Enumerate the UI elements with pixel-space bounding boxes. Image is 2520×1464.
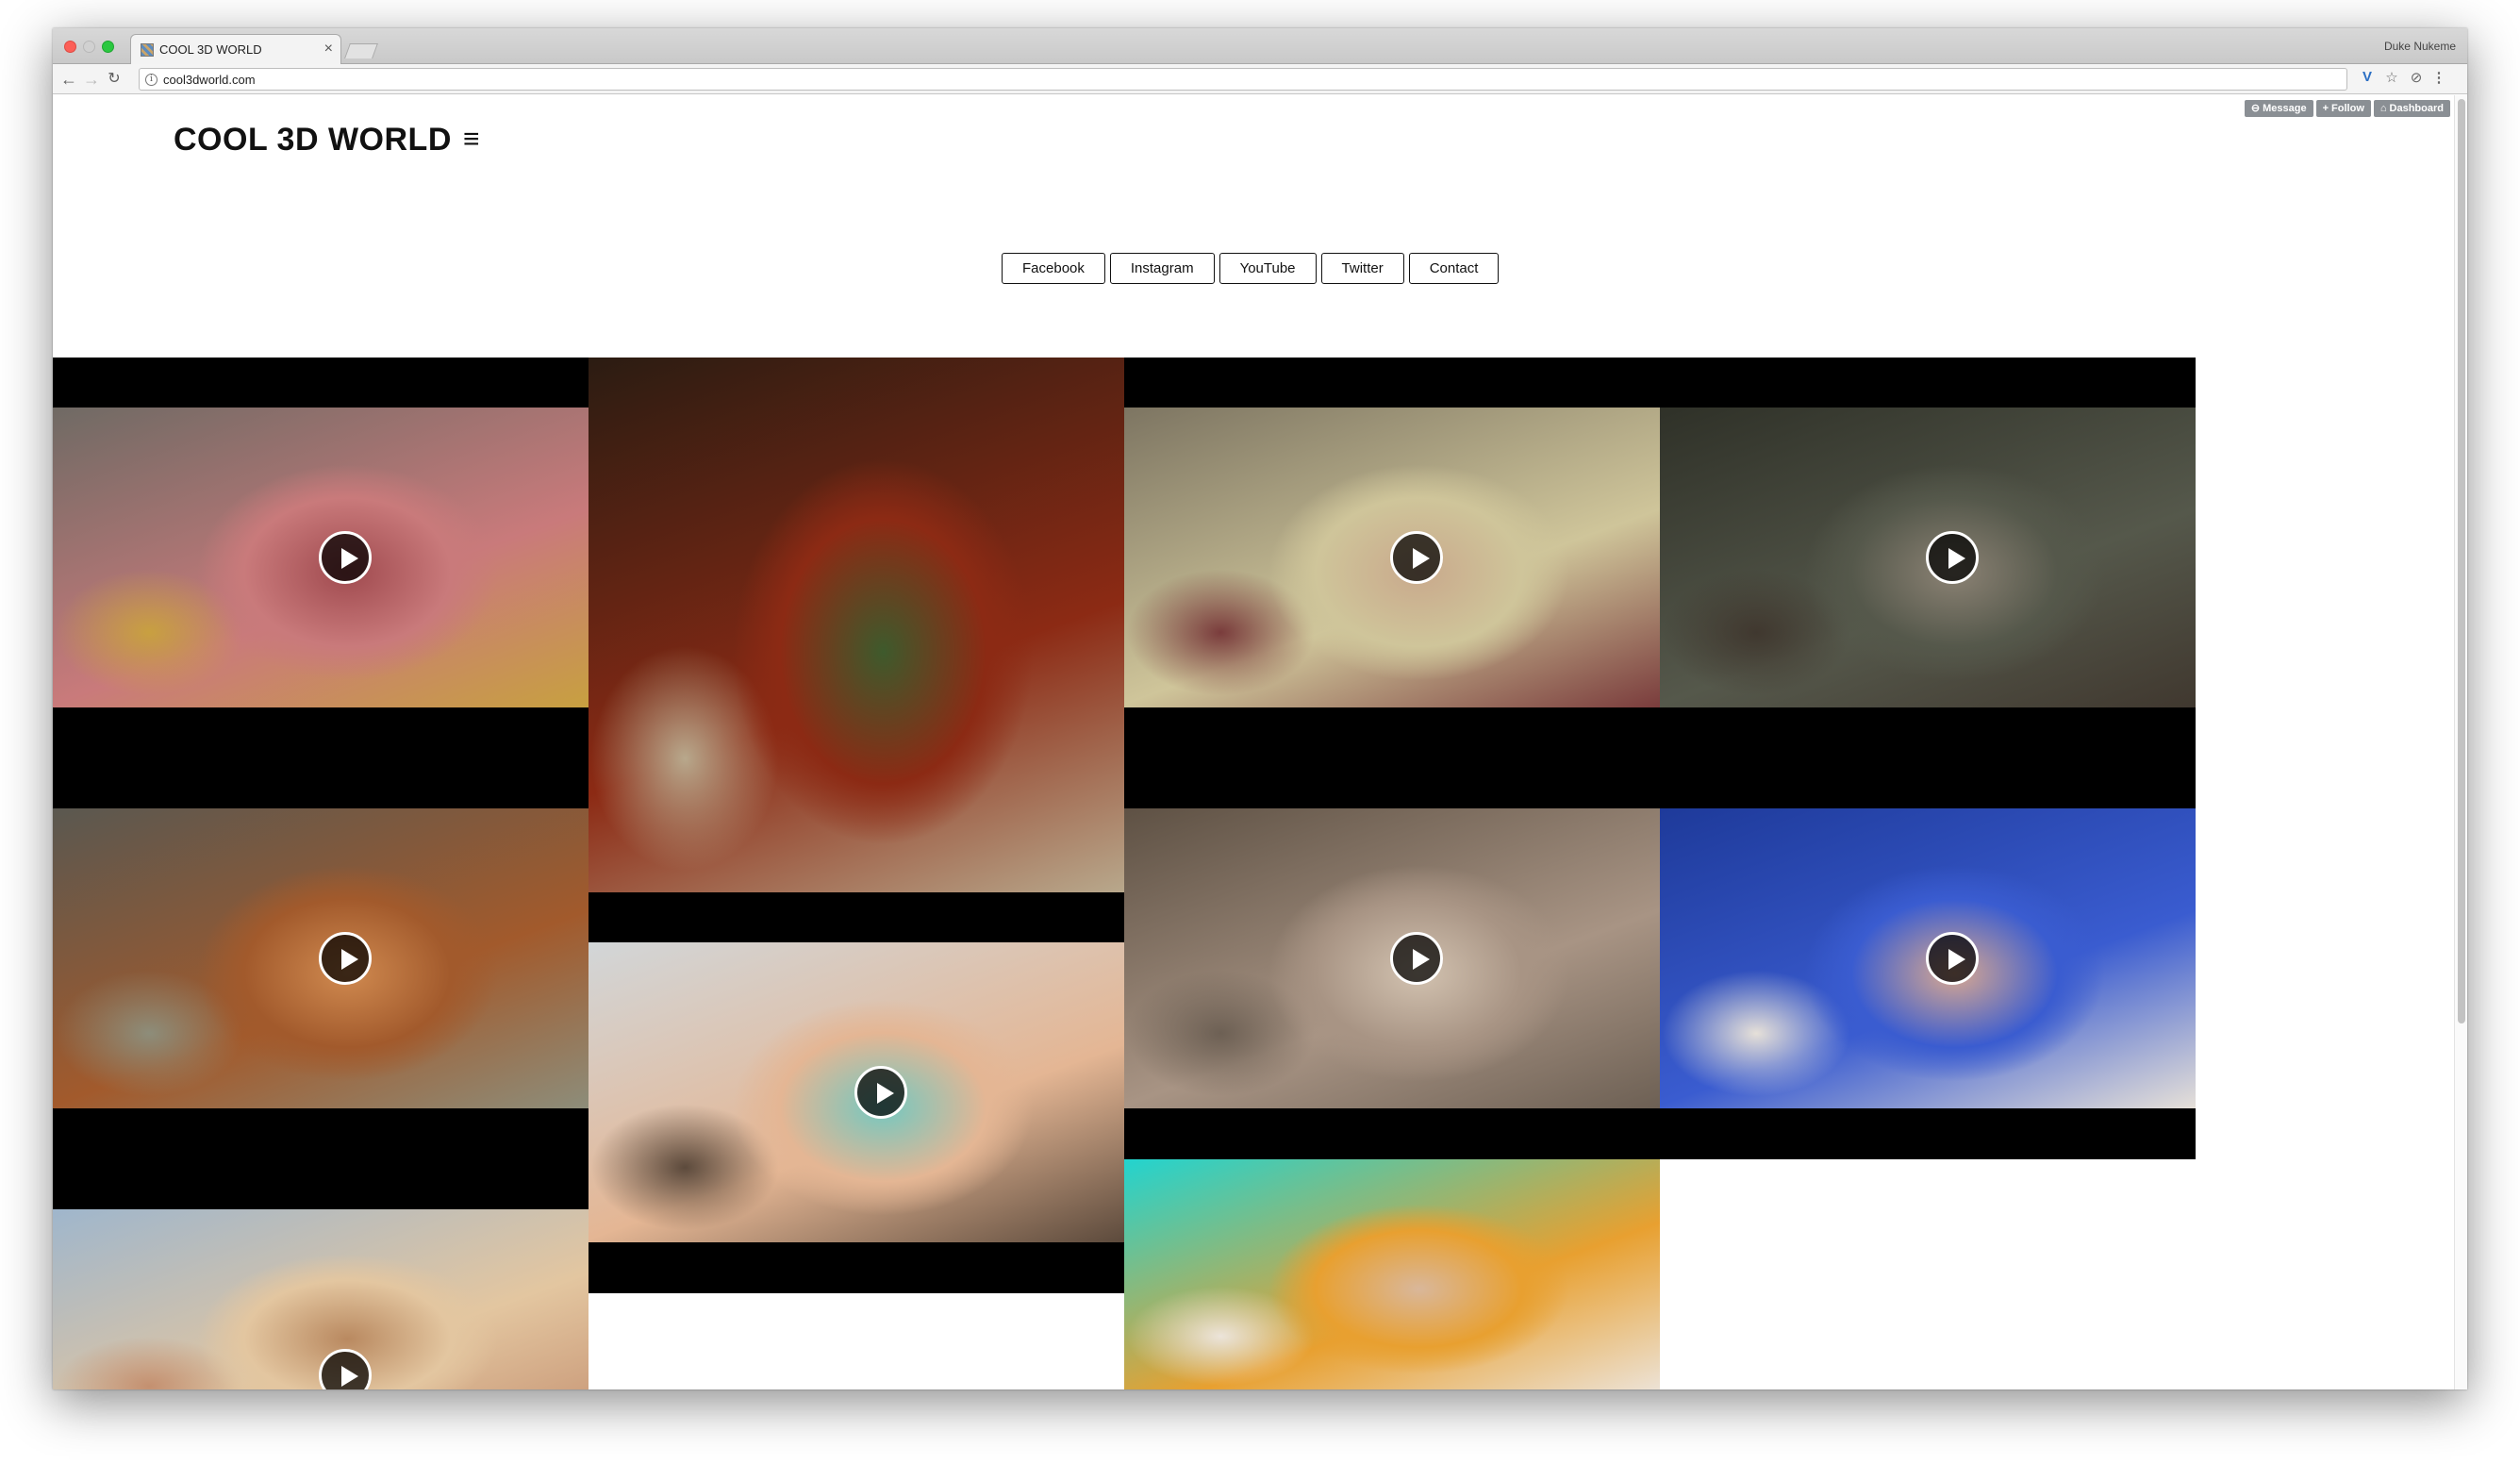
page-viewport: ⊖ Message + Follow ⌂ Dashboard COOL 3D WORL… (53, 95, 2467, 1389)
tab-close-icon[interactable]: × (324, 41, 333, 58)
video-thumbnail[interactable] (1124, 1159, 1660, 1389)
new-tab-button[interactable] (344, 43, 378, 58)
hamburger-menu-icon[interactable]: ≡ (463, 124, 480, 156)
play-icon[interactable] (1926, 531, 1979, 584)
facebook-link[interactable]: Facebook (1002, 253, 1105, 284)
window-minimize-button[interactable] (83, 41, 95, 53)
tumblr-controls: ⊖ Message + Follow ⌂ Dashboard (2244, 100, 2450, 117)
home-icon: ⌂ (2379, 103, 2387, 114)
site-title[interactable]: COOL 3D WORLD (174, 122, 452, 158)
video-tile[interactable] (53, 808, 589, 1209)
play-icon[interactable] (319, 932, 372, 985)
play-icon[interactable] (854, 1066, 907, 1119)
back-arrow-icon[interactable]: ← (58, 68, 79, 91)
scrollbar[interactable] (2454, 95, 2467, 1389)
dashboard-button[interactable]: ⌂ Dashboard (2373, 100, 2450, 117)
video-tile[interactable] (1660, 808, 2196, 1159)
video-tile[interactable] (1124, 808, 1660, 1159)
video-tile[interactable] (1124, 358, 1660, 808)
video-tile[interactable] (589, 942, 1124, 1293)
window-maximize-button[interactable] (102, 41, 114, 53)
favicon-icon (141, 43, 154, 57)
address-bar[interactable]: i cool3dworld.com (139, 68, 2347, 91)
instagram-link[interactable]: Instagram (1109, 253, 1215, 284)
play-icon[interactable] (319, 531, 372, 584)
message-button[interactable]: ⊖ Message (2244, 100, 2313, 117)
dashboard-label: Dashboard (2389, 103, 2444, 114)
video-thumbnail[interactable] (589, 358, 1124, 892)
message-icon: ⊖ (2250, 103, 2261, 114)
blocker-extension-icon[interactable]: ⊘ (2407, 69, 2426, 90)
social-links-nav: Facebook Instagram YouTube Twitter Conta… (1002, 253, 1500, 284)
forward-arrow-icon[interactable]: → (81, 68, 102, 91)
play-icon[interactable] (1926, 932, 1979, 985)
window-close-button[interactable] (64, 41, 76, 53)
play-icon[interactable] (1390, 932, 1443, 985)
video-tile[interactable] (1124, 1159, 1660, 1389)
tab-title: COOL 3D WORLD (159, 42, 262, 57)
video-thumbnail[interactable] (53, 1209, 589, 1389)
scrollbar-thumb[interactable] (2458, 99, 2465, 1023)
video-tile[interactable] (1660, 358, 2196, 808)
plus-icon: + (2322, 103, 2329, 114)
browser-window: COOL 3D WORLD × Duke Nukeme ← → ↻ i cool… (53, 28, 2467, 1389)
twitter-link[interactable]: Twitter (1320, 253, 1404, 284)
profile-name[interactable]: Duke Nukeme (2384, 40, 2456, 53)
tab-bar: COOL 3D WORLD × Duke Nukeme (53, 28, 2467, 64)
video-tile[interactable] (53, 358, 589, 808)
reload-icon[interactable]: ↻ (104, 68, 124, 91)
message-label: Message (2263, 103, 2307, 114)
follow-button[interactable]: + Follow (2315, 100, 2371, 117)
browser-menu-icon[interactable]: ⋮ (2429, 69, 2448, 90)
url-text[interactable]: cool3dworld.com (163, 73, 256, 87)
site-info-icon[interactable]: i (145, 74, 158, 86)
youtube-link[interactable]: YouTube (1219, 253, 1317, 284)
follow-label: Follow (2331, 103, 2364, 114)
video-tile[interactable] (53, 1209, 589, 1389)
bookmark-star-icon[interactable]: ☆ (2382, 69, 2401, 90)
browser-tab[interactable]: COOL 3D WORLD × (130, 34, 341, 64)
extension-v-icon[interactable]: V (2358, 69, 2377, 90)
play-icon[interactable] (1390, 531, 1443, 584)
contact-link[interactable]: Contact (1408, 253, 1500, 284)
browser-toolbar: ← → ↻ i cool3dworld.com V ☆ ⊘ ⋮ (53, 64, 2467, 94)
video-tile[interactable] (589, 358, 1124, 942)
